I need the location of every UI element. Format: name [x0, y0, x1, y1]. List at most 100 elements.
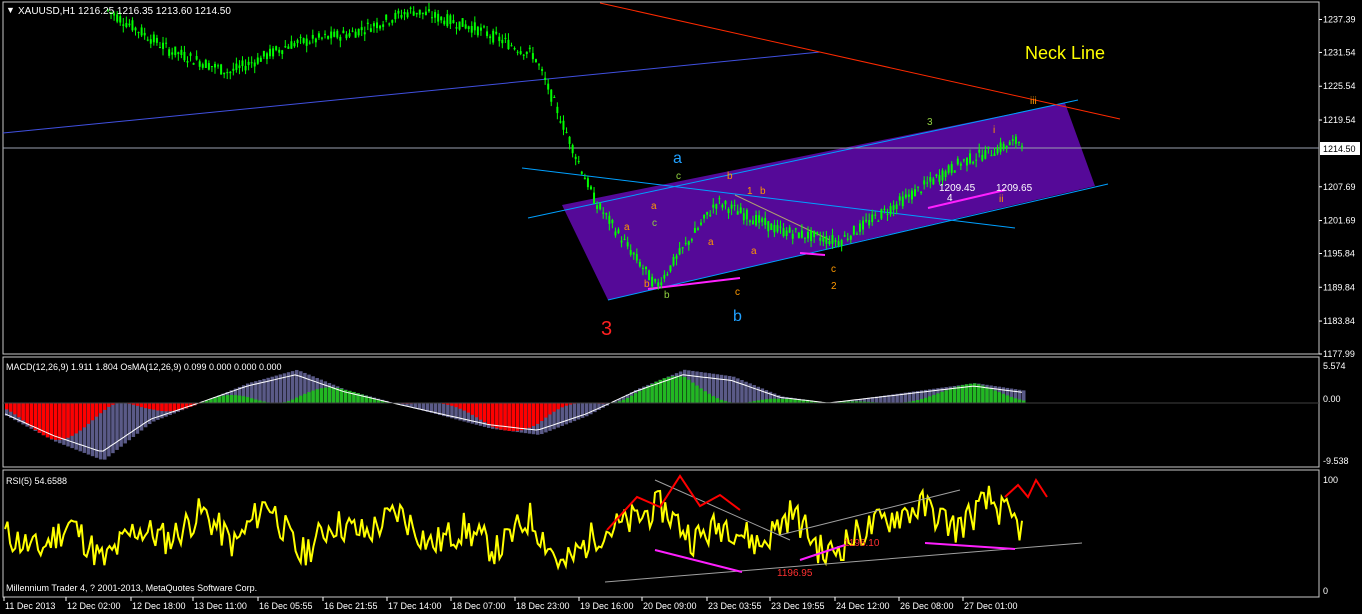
- candle-body: [779, 226, 782, 228]
- candle-body: [868, 220, 871, 226]
- price-tick-label: 1183.84: [1323, 316, 1355, 326]
- candle-body: [990, 155, 993, 157]
- minor-c3: c: [735, 287, 740, 298]
- candle-body: [822, 236, 825, 242]
- candle-body: [758, 215, 761, 223]
- osma-bar: [66, 403, 70, 438]
- candle-body: [837, 241, 840, 246]
- osma-bar: [152, 403, 156, 410]
- candle-body: [492, 30, 495, 43]
- candle-body: [443, 20, 446, 25]
- osma-bar: [633, 393, 638, 403]
- candle-body: [553, 97, 556, 99]
- symbol-label: XAUUSD,H1: [18, 6, 76, 17]
- candle-body: [354, 31, 357, 38]
- candle-body: [742, 213, 745, 221]
- candle-body: [284, 46, 287, 48]
- candle-body: [119, 16, 122, 23]
- candle-body: [1008, 141, 1011, 146]
- osma-bar: [62, 403, 66, 440]
- wave-i: i: [993, 125, 995, 136]
- candle-body: [807, 231, 810, 239]
- candle-body: [764, 217, 767, 225]
- candle-body: [910, 190, 913, 200]
- candle-body: [204, 59, 207, 69]
- candle-body: [645, 266, 648, 270]
- wave-2: 2: [831, 281, 837, 292]
- window-collapse-icon[interactable]: ▼: [6, 5, 15, 15]
- osma-bar: [486, 403, 491, 425]
- osma-bar: [519, 403, 524, 431]
- macd-title: MACD(12,26,9) 1.911 1.804 OsMA(12,26,9) …: [6, 362, 282, 372]
- candle-body: [883, 208, 886, 211]
- candle-body: [201, 64, 204, 68]
- osma-bar: [254, 399, 258, 403]
- long-trend-line: [2, 51, 821, 134]
- x-tick-label: 12 Dec 18:00: [132, 601, 186, 611]
- osma-bar: [1017, 399, 1022, 403]
- ascending-channel: [562, 103, 1095, 300]
- candle-body: [773, 224, 776, 233]
- candle-body: [189, 53, 192, 56]
- candle-body: [406, 12, 409, 18]
- candle-body: [547, 83, 550, 90]
- osma-bar: [172, 403, 176, 411]
- candle-body: [495, 31, 498, 34]
- osma-bar: [58, 403, 62, 440]
- osma-bar: [25, 403, 29, 424]
- osma-bar: [1009, 396, 1014, 403]
- candle-body: [635, 253, 638, 261]
- candle-body: [265, 53, 268, 60]
- osma-bar: [638, 390, 642, 403]
- candle-body: [155, 37, 158, 43]
- candle-body: [470, 26, 473, 33]
- candle-body: [452, 20, 455, 24]
- candle-body: [623, 238, 626, 240]
- candle-body: [131, 20, 134, 31]
- osma-bar: [315, 389, 319, 403]
- candle-body: [678, 248, 681, 255]
- candle-body: [369, 28, 372, 32]
- osma-bar: [1013, 398, 1018, 403]
- candle-body: [580, 171, 583, 174]
- candle-body: [296, 40, 299, 44]
- candle-body: [626, 242, 629, 247]
- osma-bar: [552, 403, 556, 412]
- candle-body: [342, 30, 345, 34]
- x-tick-label: 23 Dec 19:55: [771, 601, 825, 611]
- candle-body: [223, 72, 226, 75]
- osma-bar: [650, 383, 654, 403]
- candle-body: [1021, 145, 1023, 147]
- osma-bar: [1001, 393, 1006, 403]
- candle-body: [654, 279, 657, 282]
- candle-body: [351, 30, 354, 32]
- macd-panel-frame: [2, 356, 1320, 468]
- candle-body: [253, 62, 256, 67]
- osma-bar: [143, 403, 148, 409]
- candle-body: [290, 41, 293, 49]
- candle-body: [262, 50, 265, 57]
- candle-body: [672, 256, 675, 266]
- candle-body: [892, 205, 895, 210]
- candle-body: [226, 72, 229, 74]
- candle-body: [684, 242, 687, 244]
- candle-body: [534, 59, 537, 63]
- candle-body: [278, 49, 281, 53]
- candle-body: [975, 159, 978, 161]
- candle-body: [235, 63, 238, 70]
- candle-body: [712, 204, 715, 208]
- candle-body: [394, 12, 397, 20]
- osma-bar: [495, 403, 499, 429]
- candle-body: [739, 207, 742, 214]
- candle-body: [651, 276, 654, 287]
- x-tick-label: 16 Dec 21:55: [324, 601, 378, 611]
- candle-body: [843, 235, 846, 237]
- osma-bar: [981, 385, 985, 403]
- osma-bar: [715, 398, 720, 403]
- osma-bar: [454, 403, 458, 408]
- candle-body: [333, 31, 336, 37]
- osma-bar: [307, 392, 311, 403]
- price-tick-label: 1207.69: [1323, 182, 1356, 192]
- candle-body: [195, 56, 198, 60]
- candle-body: [724, 200, 727, 205]
